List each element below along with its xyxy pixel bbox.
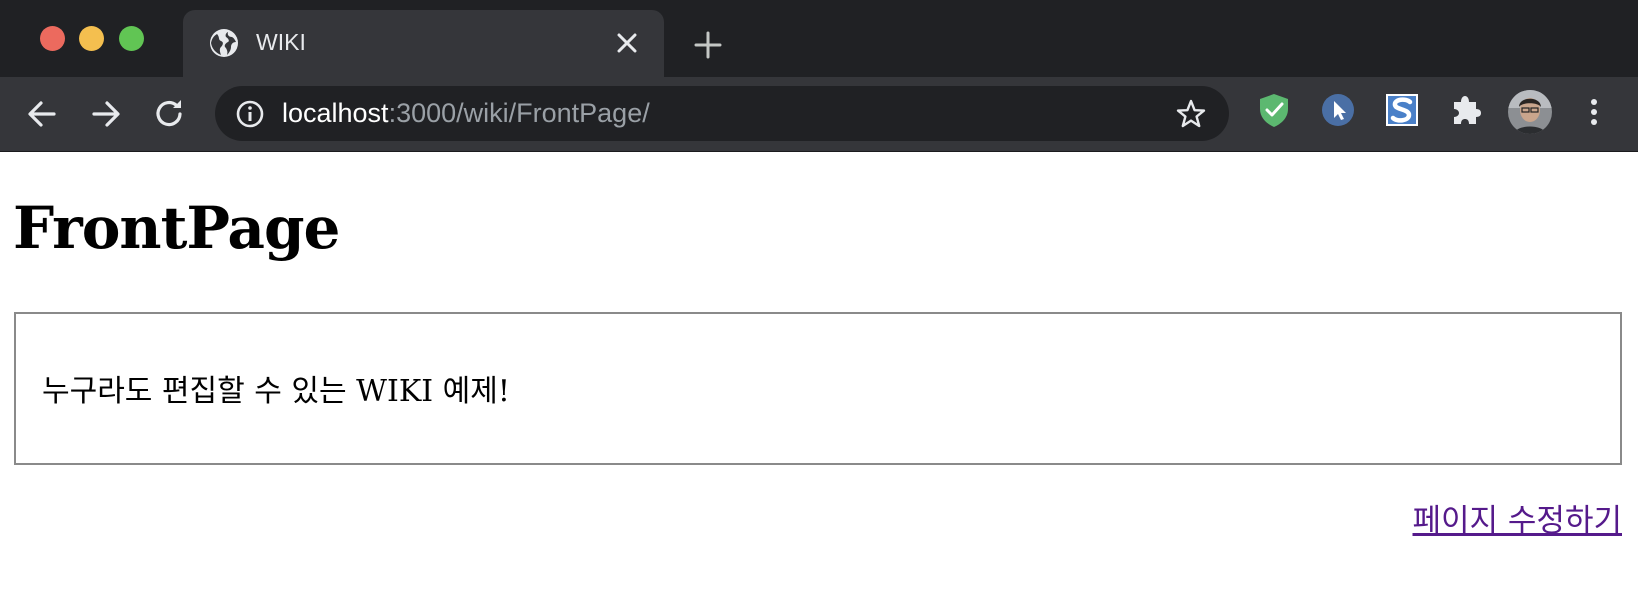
reload-icon[interactable] — [152, 96, 188, 132]
plus-icon[interactable] — [692, 29, 724, 61]
kebab-menu-icon[interactable] — [1582, 94, 1606, 130]
window-close-button[interactable] — [40, 26, 65, 51]
globe-icon — [210, 29, 238, 57]
window-maximize-button[interactable] — [119, 26, 144, 51]
shield-check-icon[interactable] — [1256, 92, 1292, 128]
arrow-right-icon[interactable] — [88, 96, 124, 132]
close-icon[interactable] — [615, 31, 639, 55]
url-path: :3000/wiki/FrontPage/ — [388, 98, 650, 128]
browser-titlebar: WIKI — [0, 0, 1638, 77]
star-icon[interactable] — [1175, 98, 1207, 130]
puzzle-icon[interactable] — [1448, 92, 1484, 128]
s-logo-icon[interactable] — [1384, 92, 1420, 128]
page-title: FrontPage — [13, 194, 340, 262]
address-bar[interactable]: localhost:3000/wiki/FrontPage/ — [215, 86, 1229, 141]
url-host: localhost — [282, 98, 389, 128]
page-content: FrontPage 누구라도 편집할 수 있는 WIKI 예제! 페이지 수정하… — [0, 152, 1638, 616]
url-text[interactable]: localhost:3000/wiki/FrontPage/ — [282, 98, 650, 129]
tab-title: WIKI — [256, 29, 306, 55]
cursor-icon[interactable] — [1320, 92, 1356, 128]
info-icon[interactable] — [235, 99, 265, 129]
browser-tab[interactable]: WIKI — [183, 10, 664, 77]
avatar[interactable] — [1508, 90, 1552, 134]
edit-page-link[interactable]: 페이지 수정하기 — [1413, 495, 1623, 540]
window-minimize-button[interactable] — [79, 26, 104, 51]
arrow-left-icon[interactable] — [24, 96, 60, 132]
wiki-content-box: 누구라도 편집할 수 있는 WIKI 예제! — [14, 312, 1622, 465]
wiki-body-text: 누구라도 편집할 수 있는 WIKI 예제! — [42, 374, 510, 409]
